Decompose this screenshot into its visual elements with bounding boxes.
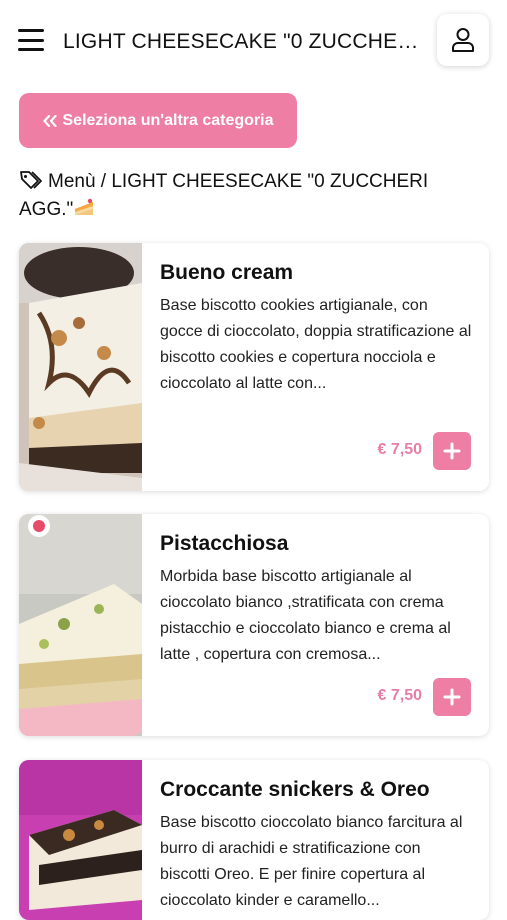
- product-image: [19, 243, 142, 491]
- product-image: [19, 760, 142, 920]
- product-info: Pistacchiosa Morbida base biscotto artig…: [160, 514, 473, 668]
- product-description: Base biscotto cookies artigianale, con g…: [160, 297, 472, 392]
- tags-icon: [20, 171, 42, 189]
- product-description: Morbida base biscotto artigianale al cio…: [160, 568, 451, 663]
- hamburger-icon[interactable]: [18, 29, 44, 51]
- product-name: Bueno cream: [160, 261, 294, 284]
- product-description: Base biscotto cioccolato bianco farcitur…: [160, 814, 463, 909]
- product-name: Croccante snickers & Oreo: [160, 778, 430, 801]
- product-info: Croccante snickers & Oreo Base biscotto …: [160, 760, 473, 914]
- page-title: LIGHT CHEESECAKE "0 ZUCCHERI AGG.": [63, 30, 419, 53]
- product-info: Bueno cream Base biscotto cookies artigi…: [160, 243, 473, 397]
- product-card[interactable]: Bueno cream Base biscotto cookies artigi…: [19, 243, 489, 491]
- product-card[interactable]: Pistacchiosa Morbida base biscotto artig…: [19, 514, 489, 736]
- user-account-button[interactable]: [437, 14, 489, 66]
- plus-icon: [443, 442, 461, 460]
- product-price: € 7,50: [377, 441, 422, 458]
- add-to-cart-button[interactable]: [433, 432, 471, 470]
- product-name: Pistacchiosa: [160, 532, 289, 555]
- user-icon: [452, 28, 474, 52]
- product-price: € 7,50: [377, 687, 422, 704]
- product-image: [19, 514, 142, 736]
- select-other-category-label: Seleziona un'altra categoria: [62, 111, 274, 129]
- plus-icon: [443, 688, 461, 706]
- select-other-category-button[interactable]: Seleziona un'altra categoria: [19, 93, 297, 148]
- add-to-cart-button[interactable]: [433, 678, 471, 716]
- app-header: LIGHT CHEESECAKE "0 ZUCCHERI AGG.": [0, 0, 507, 84]
- cake-slice-icon: [75, 198, 94, 215]
- breadcrumb: Menù / LIGHT CHEESECAKE "0 ZUCCHERI AGG.…: [19, 168, 479, 224]
- double-chevron-left-icon: [42, 114, 57, 127]
- product-card[interactable]: Croccante snickers & Oreo Base biscotto …: [19, 760, 489, 920]
